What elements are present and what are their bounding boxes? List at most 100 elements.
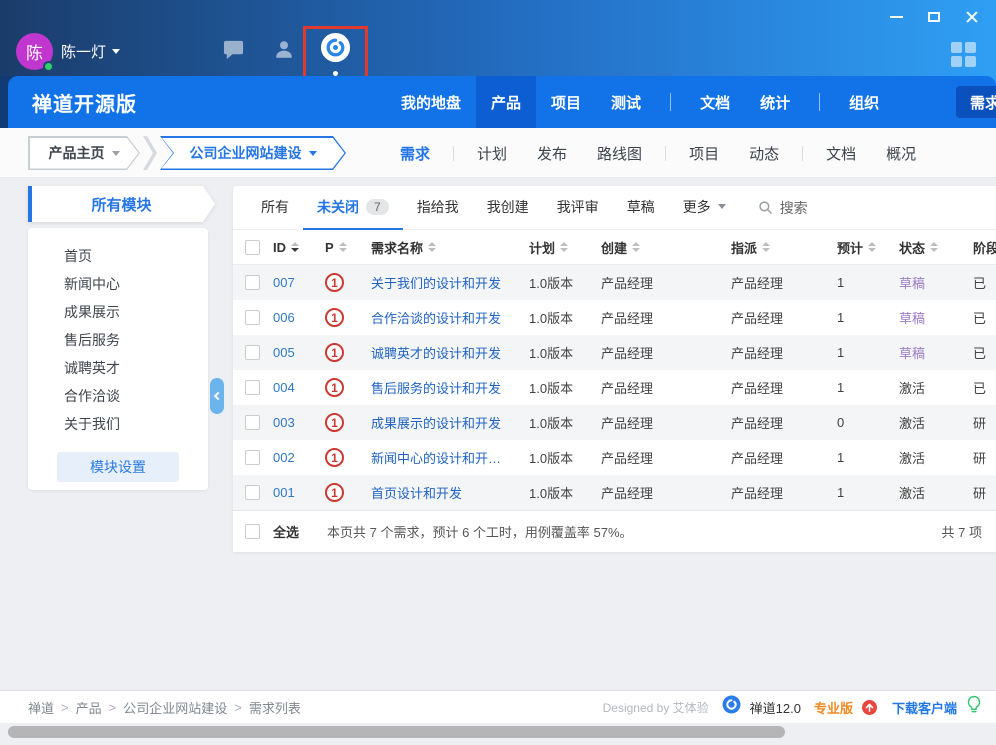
row-checkbox[interactable] <box>245 450 260 465</box>
tab-doc[interactable]: 文档 <box>811 143 871 164</box>
contacts-icon[interactable] <box>273 38 295 65</box>
sidebar-collapse-handle[interactable] <box>210 378 224 414</box>
story-id-link[interactable]: 004 <box>273 380 295 395</box>
nav-item-doc[interactable]: 文档 <box>685 76 745 128</box>
module-tree-header[interactable]: 所有模块 <box>28 186 215 222</box>
header-assigned-to[interactable]: 指派 <box>731 238 837 257</box>
story-title-link[interactable]: 关于我们的设计和开发 <box>371 273 501 292</box>
module-item-news[interactable]: 新闻中心 <box>28 270 208 298</box>
user-menu[interactable]: 陈 陈一灯 <box>16 33 120 70</box>
table-row[interactable]: 001 1 首页设计和开发 1.0版本 产品经理 产品经理 1 激活 研 <box>233 475 996 510</box>
story-title-link[interactable]: 诚聘英才的设计和开发 <box>371 343 501 362</box>
table-row[interactable]: 003 1 成果展示的设计和开发 1.0版本 产品经理 产品经理 0 激活 研 <box>233 405 996 440</box>
nav-item-org[interactable]: 组织 <box>834 76 894 128</box>
sort-icon[interactable] <box>762 242 770 252</box>
apps-grid-icon[interactable] <box>951 42 976 67</box>
header-priority[interactable]: P <box>325 240 371 255</box>
table-row[interactable]: 002 1 新闻中心的设计和开… 1.0版本 产品经理 产品经理 1 激活 研 <box>233 440 996 475</box>
current-product-crumb[interactable]: 公司企业网站建设 <box>160 136 346 170</box>
module-item-jobs[interactable]: 诚聘英才 <box>28 354 208 382</box>
sort-icon[interactable] <box>868 242 876 252</box>
sort-icon[interactable] <box>930 242 938 252</box>
select-all-label[interactable]: 全选 <box>273 522 299 541</box>
row-checkbox[interactable] <box>245 275 260 290</box>
nav-item-report[interactable]: 统计 <box>745 76 805 128</box>
tab-roadmap[interactable]: 路线图 <box>582 143 657 164</box>
module-item-home[interactable]: 首页 <box>28 242 208 270</box>
minimize-button[interactable] <box>884 6 908 28</box>
select-all-checkbox[interactable] <box>245 240 260 255</box>
module-item-results[interactable]: 成果展示 <box>28 298 208 326</box>
story-title-link[interactable]: 首页设计和开发 <box>371 483 462 502</box>
nav-item-project[interactable]: 项目 <box>536 76 596 128</box>
filter-assigned-to-me[interactable]: 指给我 <box>403 186 473 230</box>
quick-create-story-button[interactable]: 需求 <box>956 86 996 118</box>
story-id-link[interactable]: 003 <box>273 415 295 430</box>
table-row[interactable]: 004 1 售后服务的设计和开发 1.0版本 产品经理 产品经理 1 激活 已 <box>233 370 996 405</box>
module-item-service[interactable]: 售后服务 <box>28 326 208 354</box>
story-title-link[interactable]: 售后服务的设计和开发 <box>371 378 501 397</box>
module-settings-button[interactable]: 模块设置 <box>57 452 179 482</box>
filter-created-by-me[interactable]: 我创建 <box>473 186 543 230</box>
chat-icon[interactable] <box>222 39 245 65</box>
maximize-button[interactable] <box>922 6 946 28</box>
horizontal-scrollbar-thumb[interactable] <box>8 726 785 738</box>
story-title-link[interactable]: 新闻中心的设计和开… <box>371 448 501 467</box>
download-client-link[interactable]: 下载客户端 <box>892 698 957 717</box>
close-button[interactable] <box>960 6 984 28</box>
filter-reviewed-by-me[interactable]: 我评审 <box>543 186 613 230</box>
sort-icon[interactable] <box>339 242 347 252</box>
pro-edition-link[interactable]: 专业版 <box>814 698 853 717</box>
table-row[interactable]: 007 1 关于我们的设计和开发 1.0版本 产品经理 产品经理 1 草稿 已 <box>233 265 996 300</box>
sort-icon[interactable] <box>560 242 568 252</box>
upgrade-icon[interactable] <box>862 700 877 715</box>
sort-icon[interactable] <box>428 242 436 252</box>
user-name[interactable]: 陈一灯 <box>61 41 120 62</box>
header-created-by[interactable]: 创建 <box>601 238 731 257</box>
story-id-link[interactable]: 001 <box>273 485 295 500</box>
zentao-tray-icon[interactable] <box>319 31 352 69</box>
tab-story[interactable]: 需求 <box>385 143 445 164</box>
row-checkbox[interactable] <box>245 380 260 395</box>
row-checkbox[interactable] <box>245 345 260 360</box>
nav-item-product[interactable]: 产品 <box>476 76 536 128</box>
crumb-product-name[interactable]: 公司企业网站建设 <box>123 698 227 717</box>
tab-release[interactable]: 发布 <box>522 143 582 164</box>
header-id[interactable]: ID <box>273 240 325 255</box>
table-row[interactable]: 006 1 合作洽谈的设计和开发 1.0版本 产品经理 产品经理 1 草稿 已 <box>233 300 996 335</box>
lightbulb-icon[interactable] <box>966 695 982 719</box>
filter-all[interactable]: 所有 <box>247 186 303 230</box>
table-row[interactable]: 005 1 诚聘英才的设计和开发 1.0版本 产品经理 产品经理 1 草稿 已 <box>233 335 996 370</box>
row-checkbox[interactable] <box>245 310 260 325</box>
sort-icon[interactable] <box>632 242 640 252</box>
module-item-cooperation[interactable]: 合作洽谈 <box>28 382 208 410</box>
row-checkbox[interactable] <box>245 415 260 430</box>
story-title-link[interactable]: 成果展示的设计和开发 <box>371 413 501 432</box>
search-toggle[interactable]: 搜索 <box>758 198 808 218</box>
story-id-link[interactable]: 006 <box>273 310 295 325</box>
header-status[interactable]: 状态 <box>899 238 973 257</box>
header-title[interactable]: 需求名称 <box>371 238 529 257</box>
horizontal-scrollbar-track[interactable] <box>0 723 996 745</box>
nav-item-test[interactable]: 测试 <box>596 76 656 128</box>
product-home-crumb[interactable]: 产品主页 <box>28 136 140 170</box>
crumb-product-module[interactable]: 产品 <box>76 698 102 717</box>
select-all-checkbox[interactable] <box>245 524 260 539</box>
header-stage[interactable]: 阶段 <box>973 238 996 257</box>
filter-more[interactable]: 更多 <box>669 186 740 230</box>
tab-plan[interactable]: 计划 <box>462 143 522 164</box>
filter-unclosed[interactable]: 未关闭 7 <box>303 186 403 230</box>
story-title-link[interactable]: 合作洽谈的设计和开发 <box>371 308 501 327</box>
filter-draft[interactable]: 草稿 <box>613 186 669 230</box>
row-checkbox[interactable] <box>245 485 260 500</box>
tab-project[interactable]: 项目 <box>674 143 734 164</box>
tab-overview[interactable]: 概况 <box>871 143 931 164</box>
designed-by-label[interactable]: Designed by 艾体验 <box>603 699 709 716</box>
nav-item-my[interactable]: 我的地盘 <box>386 76 476 128</box>
tab-dynamic[interactable]: 动态 <box>734 143 794 164</box>
avatar[interactable]: 陈 <box>16 33 53 70</box>
header-estimate[interactable]: 预计 <box>837 238 899 257</box>
story-id-link[interactable]: 002 <box>273 450 295 465</box>
story-id-link[interactable]: 005 <box>273 345 295 360</box>
module-item-about[interactable]: 关于我们 <box>28 410 208 438</box>
